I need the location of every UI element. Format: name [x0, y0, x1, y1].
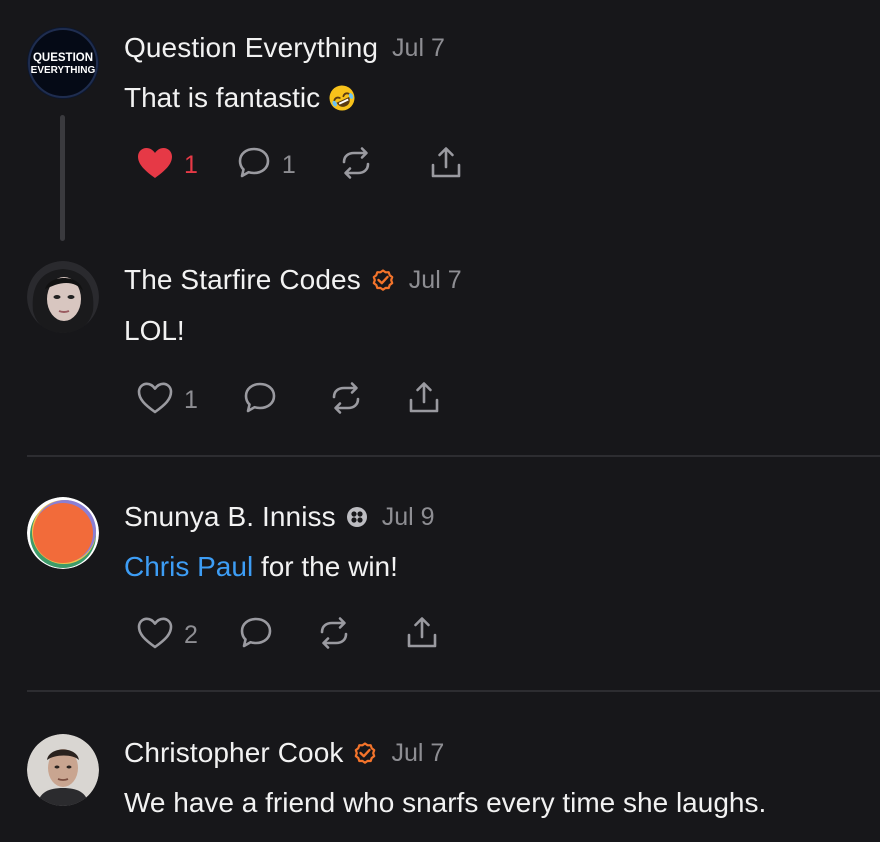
- comment-actions: 1 1: [136, 145, 464, 185]
- thread-connector-line: [60, 115, 65, 241]
- comment-date[interactable]: Jul 7: [392, 34, 445, 63]
- comment-actions: 2: [136, 615, 440, 655]
- verified-check-icon: [371, 268, 395, 292]
- avatar[interactable]: [27, 261, 99, 333]
- share-button[interactable]: [406, 380, 442, 421]
- restack-icon: [316, 615, 352, 656]
- comment-christopher-cook: Christopher Cook Jul 7 We have a friend …: [0, 692, 880, 842]
- comment-text: LOL!: [124, 315, 185, 346]
- reply-count: 1: [281, 150, 296, 179]
- like-button[interactable]: 2: [136, 616, 198, 655]
- comment-date[interactable]: Jul 9: [382, 503, 435, 532]
- author-name[interactable]: Question Everything: [124, 32, 378, 64]
- share-icon: [406, 380, 442, 421]
- reply-button[interactable]: 1: [236, 145, 296, 186]
- restack-icon: [338, 145, 374, 186]
- author-name[interactable]: Christopher Cook: [124, 737, 343, 769]
- restack-button[interactable]: [316, 615, 352, 656]
- comment-text: That is fantastic: [124, 82, 321, 113]
- reply-button[interactable]: [238, 615, 274, 656]
- avatar-text-line1: QUESTION: [33, 52, 93, 64]
- comment-date[interactable]: Jul 7: [409, 266, 462, 295]
- comment-header: Question Everything Jul 7: [124, 30, 445, 66]
- like-count: 2: [184, 620, 198, 649]
- comment-snunya-b-inniss: Snunya B. Inniss Jul 9 Chris Paul for th…: [0, 457, 880, 691]
- restack-icon: [328, 380, 364, 421]
- comment-body: Chris Paul for the win!: [124, 549, 398, 585]
- author-name[interactable]: The Starfire Codes: [124, 264, 361, 296]
- restack-button[interactable]: [338, 145, 374, 186]
- like-count: 1: [184, 385, 198, 414]
- comment-header: Christopher Cook Jul 7: [124, 735, 444, 771]
- reply-button[interactable]: [242, 380, 278, 421]
- share-button[interactable]: [404, 615, 440, 656]
- comment-body: That is fantastic: [124, 80, 356, 116]
- comment-header: Snunya B. Inniss Jul 9: [124, 499, 435, 535]
- founding-member-icon: [346, 506, 368, 528]
- avatar[interactable]: QUESTION EVERYTHING: [27, 27, 99, 99]
- verified-check-icon: [353, 741, 377, 765]
- avatar[interactable]: [27, 734, 99, 806]
- author-name[interactable]: Snunya B. Inniss: [124, 501, 336, 533]
- comment-text: We have a friend who snarfs every time s…: [124, 787, 767, 818]
- like-button[interactable]: 1: [136, 146, 198, 185]
- mention-link[interactable]: Chris Paul: [124, 551, 253, 583]
- comment-bubble-icon: [236, 145, 272, 186]
- comment-bubble-icon: [242, 380, 278, 421]
- rolling-on-floor-laughing-icon: [328, 84, 356, 112]
- heart-outline-icon: [136, 616, 174, 655]
- share-icon: [404, 615, 440, 656]
- comment-header: The Starfire Codes Jul 7: [124, 262, 462, 298]
- heart-outline-icon: [136, 381, 174, 420]
- heart-filled-icon: [136, 146, 174, 185]
- comment-date[interactable]: Jul 7: [391, 739, 444, 768]
- comment-body: LOL!: [124, 313, 185, 349]
- like-button[interactable]: 1: [136, 381, 198, 420]
- comment-text: for the win!: [253, 551, 398, 582]
- share-icon: [428, 145, 464, 186]
- avatar[interactable]: [27, 497, 99, 569]
- share-button[interactable]: [428, 145, 464, 186]
- restack-button[interactable]: [328, 380, 364, 421]
- avatar-text-line2: EVERYTHING: [31, 65, 96, 76]
- comment-the-starfire-codes: The Starfire Codes Jul 7 LOL! 1: [0, 242, 880, 456]
- comment-body: We have a friend who snarfs every time s…: [124, 785, 766, 821]
- comment-actions: 1: [136, 380, 442, 420]
- comment-question-everything: QUESTION EVERYTHING Question Everything …: [0, 0, 880, 242]
- like-count: 1: [184, 150, 198, 179]
- comment-bubble-icon: [238, 615, 274, 656]
